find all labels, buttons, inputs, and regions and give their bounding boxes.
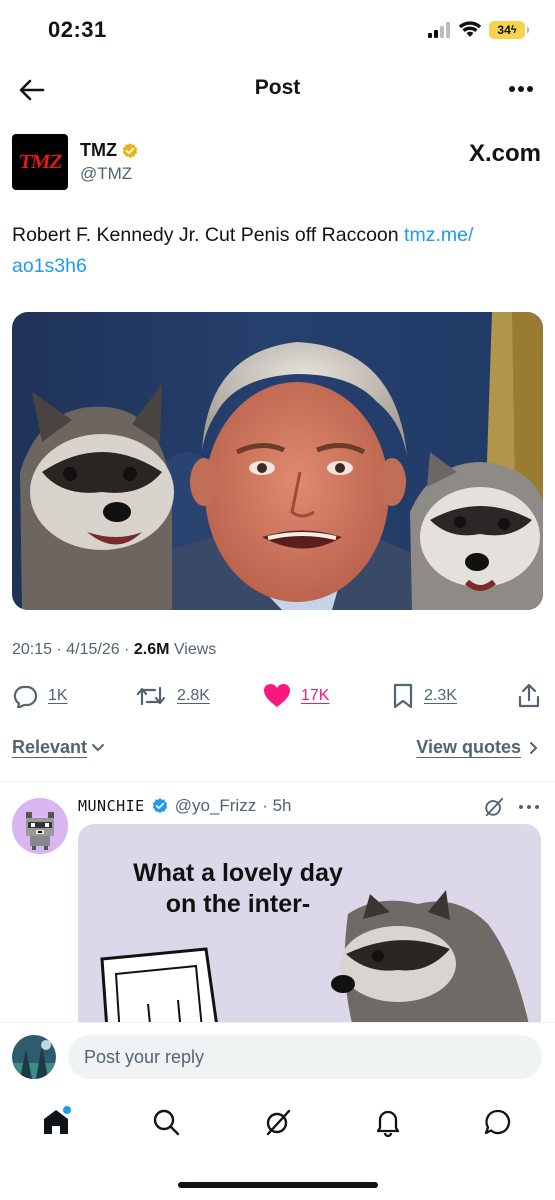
- post-meta: 20:15 · 4/15/26 · 2.6M Views: [12, 641, 216, 659]
- chevron-down-icon: [92, 743, 105, 751]
- like-count: 17K: [301, 687, 330, 704]
- notification-dot: [63, 1106, 71, 1114]
- reply-avatar[interactable]: [12, 798, 68, 854]
- views-count: 2.6M: [133, 641, 170, 658]
- author-name-group[interactable]: TMZ: [80, 140, 139, 161]
- view-quotes-link[interactable]: View quotes: [416, 737, 539, 758]
- wifi-icon: [458, 21, 482, 37]
- tab-grok[interactable]: [260, 1104, 296, 1140]
- user-avatar-art: [12, 1035, 56, 1079]
- author-name: TMZ: [80, 140, 117, 160]
- reply-header: MUNCHIE @yo_Frizz · 5h: [78, 796, 292, 816]
- charging-bolt-icon: ϟ: [510, 24, 517, 36]
- post-timestamp: 20:15 · 4/15/26 ·: [12, 641, 134, 658]
- post-author: TMZ TMZ @TMZ X.com: [12, 134, 543, 192]
- bookmark-icon: [393, 683, 413, 709]
- reply-author-name[interactable]: MUNCHIE: [78, 797, 145, 815]
- post-actions: 1K 2.8K 17K 2.3K: [12, 678, 543, 714]
- reply-item[interactable]: MUNCHIE @yo_Frizz · 5h What a lovely day…: [0, 782, 555, 1022]
- reply-count: 1K: [48, 687, 68, 704]
- bookmark-button[interactable]: 2.3K: [392, 678, 457, 714]
- avatar-logo-text: TMZ: [17, 150, 63, 173]
- post-image-art: [12, 312, 543, 610]
- source-label: X.com: [468, 140, 541, 167]
- sort-label: Relevant: [12, 737, 88, 757]
- reply-input[interactable]: [68, 1035, 542, 1079]
- battery-level: 34: [497, 23, 511, 37]
- status-time: 02:31: [48, 17, 107, 42]
- sort-replies-dropdown[interactable]: Relevant: [12, 737, 105, 758]
- tab-home[interactable]: [38, 1104, 74, 1140]
- bell-icon: [376, 1110, 400, 1137]
- search-icon: [153, 1109, 180, 1136]
- view-quotes-label: View quotes: [416, 737, 521, 757]
- repost-count: 2.8K: [177, 687, 210, 704]
- message-bubble-icon: [484, 1109, 511, 1135]
- current-user-avatar[interactable]: [12, 1035, 56, 1079]
- author-avatar[interactable]: TMZ: [12, 134, 68, 190]
- verified-blue-badge-icon: [152, 798, 167, 814]
- tab-notifications[interactable]: [370, 1104, 406, 1140]
- tab-search[interactable]: [148, 1104, 184, 1140]
- reply-composer: [0, 1022, 555, 1092]
- reply-more-dots-icon[interactable]: [517, 796, 541, 818]
- bottom-tab-bar: [0, 1092, 555, 1152]
- post-body: Robert F. Kennedy Jr. Cut Penis off Racc…: [12, 224, 405, 246]
- author-handle: @TMZ: [80, 164, 133, 183]
- home-indicator: [178, 1182, 378, 1188]
- reply-handle: @yo_Frizz: [174, 796, 257, 815]
- bookmark-count: 2.3K: [424, 687, 457, 704]
- tab-messages[interactable]: [480, 1104, 516, 1140]
- more-options-button[interactable]: [505, 74, 537, 104]
- reply-icon: [13, 685, 38, 708]
- verified-gold-badge-icon: [122, 142, 138, 158]
- reply-image-art: [100, 890, 529, 1022]
- post-image[interactable]: [12, 312, 543, 610]
- grok-icon[interactable]: [483, 796, 505, 818]
- top-nav: Post: [0, 62, 555, 116]
- chevron-right-icon: [530, 741, 538, 754]
- like-button[interactable]: 17K: [263, 678, 329, 714]
- repost-icon: [136, 686, 166, 706]
- cellular-signal-icon: [428, 22, 450, 38]
- reply-time: · 5h: [262, 796, 292, 815]
- status-bar: 02:31 34 ϟ: [0, 0, 555, 62]
- pixel-raccoon-avatar: [12, 798, 68, 854]
- battery-indicator: 34 ϟ: [489, 21, 529, 39]
- heart-filled-icon: [264, 684, 290, 707]
- grok-icon: [266, 1109, 291, 1136]
- reply-image[interactable]: What a lovely day on the inter-: [78, 824, 541, 1022]
- page-title: Post: [254, 76, 301, 99]
- share-button[interactable]: [517, 678, 541, 714]
- post-text: Robert F. Kennedy Jr. Cut Penis off Racc…: [12, 220, 542, 282]
- repost-button[interactable]: 2.8K: [135, 678, 210, 714]
- reply-button[interactable]: 1K: [12, 678, 68, 714]
- share-icon: [518, 683, 540, 708]
- more-dots-icon: [509, 86, 533, 92]
- views-label: Views: [169, 641, 217, 658]
